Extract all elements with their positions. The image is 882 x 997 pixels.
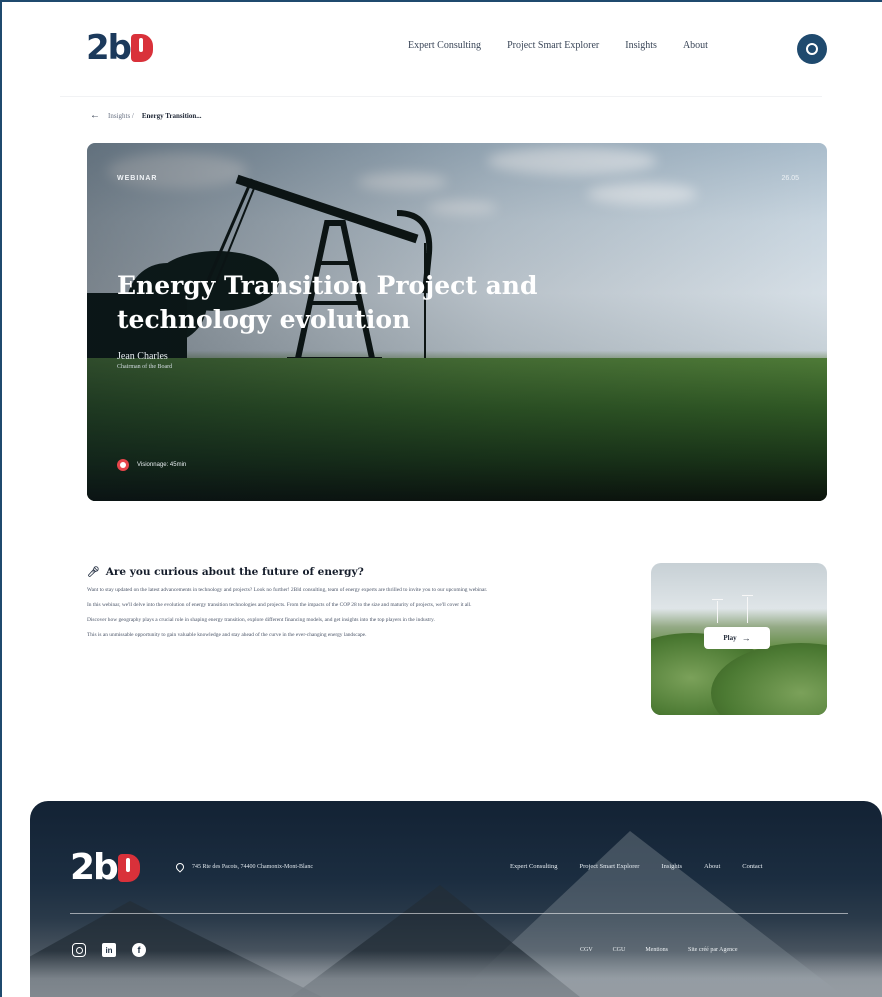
- play-label: Play: [723, 634, 737, 642]
- wind-turbine-icon: [742, 595, 753, 623]
- fog: [30, 951, 882, 997]
- footer-nav: Expert Consulting Project Smart Explorer…: [510, 863, 762, 870]
- site-header: 2b Expert Consulting Project Smart Explo…: [0, 0, 882, 96]
- article-heading: 🎤︎ Are you curious about the future of e…: [87, 566, 577, 578]
- footer-nav-contact[interactable]: Contact: [742, 863, 762, 870]
- legal-cgv[interactable]: CGV: [580, 947, 593, 953]
- circle-icon: [806, 43, 818, 55]
- logo[interactable]: 2b: [86, 28, 153, 68]
- nav-item-about[interactable]: About: [683, 40, 708, 51]
- footer-nav-insights[interactable]: Insights: [661, 863, 682, 870]
- location-pin-icon: [174, 861, 186, 873]
- footer-legal: CGV CGU Mentions Site créé par Agence: [580, 947, 738, 953]
- article-content: 🎤︎ Are you curious about the future of e…: [87, 566, 577, 646]
- play-button[interactable]: Play →: [704, 627, 770, 649]
- paragraph: Discover how geography plays a crucial r…: [87, 617, 435, 623]
- duration-text: Visionnage: 45min: [137, 462, 187, 468]
- breadcrumb: ← Insights / Energy Transition...: [90, 110, 202, 121]
- footer-address: 745 Rte des Pacots, 74400 Chamonix-Mont-…: [174, 861, 313, 873]
- heading-text: Are you curious about the future of ener…: [105, 566, 364, 578]
- instagram-icon[interactable]: [72, 943, 86, 957]
- breadcrumb-current: Energy Transition...: [141, 111, 202, 120]
- footer-nav-about[interactable]: About: [704, 863, 720, 870]
- logo-text: 2b: [86, 28, 132, 68]
- speaker: Jean Charles Chairman of the Board: [117, 351, 172, 370]
- footer-divider: [70, 913, 848, 914]
- facebook-icon[interactable]: f: [132, 943, 146, 957]
- social-links: in f: [72, 943, 146, 957]
- breadcrumb-parent[interactable]: Insights /: [108, 112, 134, 120]
- main-nav: Expert Consulting Project Smart Explorer…: [408, 40, 708, 51]
- legal-agency-credit[interactable]: Site créé par Agence: [688, 947, 737, 953]
- arrow-right-icon: →: [741, 633, 751, 643]
- hero-date: 26.05: [781, 175, 799, 182]
- duration: Visionnage: 45min: [117, 459, 186, 471]
- site-footer: 2b 745 Rte des Pacots, 74400 Chamonix-Mo…: [30, 801, 882, 997]
- legal-mentions[interactable]: Mentions: [645, 947, 668, 953]
- nav-item-expert-consulting[interactable]: Expert Consulting: [408, 40, 481, 51]
- footer-logo[interactable]: 2b: [70, 847, 140, 888]
- nav-item-insights[interactable]: Insights: [625, 40, 657, 51]
- arrow-left-icon[interactable]: ←: [90, 110, 100, 121]
- nav-item-project-smart-explorer[interactable]: Project Smart Explorer: [507, 40, 599, 51]
- paragraph: Want to stay updated on the latest advan…: [87, 587, 488, 593]
- speaker-role: Chairman of the Board: [117, 364, 173, 370]
- contact-button[interactable]: [797, 34, 827, 64]
- wind-turbine-icon: [712, 599, 723, 623]
- page-title: Energy Transition Project and technology…: [117, 271, 538, 334]
- footer-nav-expert-consulting[interactable]: Expert Consulting: [510, 863, 557, 870]
- microphone-icon: 🎤︎: [87, 566, 100, 578]
- clock-icon: [117, 459, 129, 471]
- paragraph: This is an unmissable opportunity to gai…: [87, 632, 367, 638]
- legal-cgu[interactable]: CGU: [613, 947, 626, 953]
- hero-tag: WEBINAR: [117, 175, 158, 182]
- address-text: 745 Rte des Pacots, 74400 Chamonix-Mont-…: [192, 864, 313, 870]
- speaker-name: Jean Charles: [117, 351, 168, 362]
- footer-nav-project-smart-explorer[interactable]: Project Smart Explorer: [579, 863, 639, 870]
- hero-banner: WEBINAR 26.05 Energy Transition Project …: [87, 143, 827, 501]
- paragraph: In this webinar, we'll delve into the ev…: [87, 602, 472, 608]
- footer-logo-text: 2b: [70, 847, 119, 888]
- video-thumbnail[interactable]: Play →: [651, 563, 827, 715]
- linkedin-icon[interactable]: in: [102, 943, 116, 957]
- logo-mark-icon: [117, 853, 140, 882]
- logo-mark-icon: [131, 34, 153, 62]
- header-divider: [60, 96, 822, 97]
